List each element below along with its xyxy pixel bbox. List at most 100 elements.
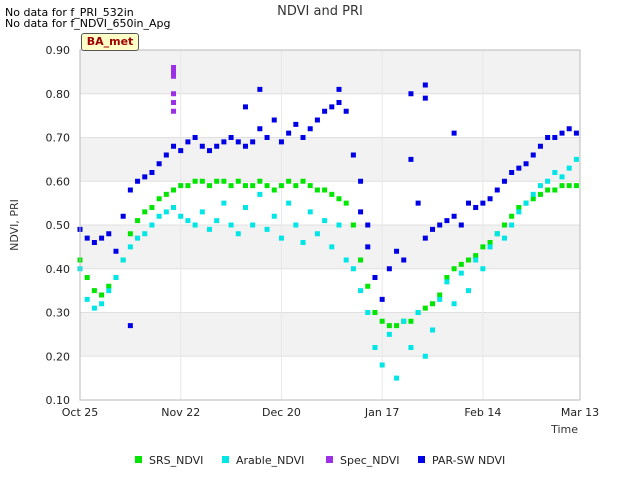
x-axis-label: Time xyxy=(550,423,578,436)
data-point-srs-ndvi xyxy=(300,178,306,184)
x-tick-label: Feb 14 xyxy=(464,406,501,419)
plot-band xyxy=(80,268,580,313)
data-point-arable-ndvi xyxy=(228,222,234,228)
data-point-par-sw-ndvi xyxy=(135,178,141,184)
data-point-par-sw-ndvi xyxy=(235,139,241,145)
data-point-par-sw-ndvi xyxy=(171,143,177,149)
data-point-arable-ndvi xyxy=(552,170,558,175)
data-point-spec-ndvi xyxy=(171,65,177,70)
data-point-par-sw-ndvi xyxy=(458,222,464,228)
data-point-srs-ndvi xyxy=(307,183,313,189)
data-point-par-sw-ndvi xyxy=(408,91,414,97)
data-point-par-sw-ndvi xyxy=(329,104,335,110)
data-point-srs-ndvi xyxy=(135,218,141,224)
data-point-srs-ndvi xyxy=(501,222,507,228)
data-point-par-sw-ndvi xyxy=(286,130,292,136)
data-point-par-sw-ndvi xyxy=(293,121,299,127)
data-point-srs-ndvi xyxy=(545,187,551,193)
data-point-par-sw-ndvi xyxy=(350,152,356,158)
data-point-arable-ndvi xyxy=(307,209,313,215)
data-point-srs-ndvi xyxy=(221,178,227,184)
data-point-par-sw-ndvi xyxy=(127,323,133,329)
data-point-par-sw-ndvi xyxy=(149,170,155,175)
data-point-arable-ndvi xyxy=(430,327,436,333)
data-point-par-sw-ndvi xyxy=(523,161,529,167)
data-point-par-sw-ndvi xyxy=(336,86,342,92)
plot-band xyxy=(80,356,580,400)
data-point-srs-ndvi xyxy=(573,183,579,189)
data-point-arable-ndvi xyxy=(271,213,277,219)
data-point-arable-ndvi xyxy=(530,191,536,197)
data-point-par-sw-ndvi xyxy=(343,108,349,114)
data-point-arable-ndvi xyxy=(372,345,378,350)
site-badge: BA_met xyxy=(81,33,139,51)
data-point-arable-ndvi xyxy=(91,305,97,311)
data-point-arable-ndvi xyxy=(566,165,572,171)
data-point-arable-ndvi xyxy=(156,213,162,219)
data-point-arable-ndvi xyxy=(336,222,342,228)
data-point-srs-ndvi xyxy=(199,178,205,184)
data-point-arable-ndvi xyxy=(401,318,407,324)
legend-label-arable-ndvi: Arable_NDVI xyxy=(236,454,305,467)
legend-item-srs-ndvi: SRS_NDVI xyxy=(135,454,203,470)
data-point-srs-ndvi xyxy=(293,183,299,189)
data-point-par-sw-ndvi xyxy=(106,231,112,237)
data-point-par-sw-ndvi xyxy=(242,104,248,110)
legend: SRS_NDVI Arable_NDVI Spec_NDVI PAR-SW ND… xyxy=(0,454,640,470)
data-point-srs-ndvi xyxy=(379,318,385,324)
data-point-arable-ndvi xyxy=(386,331,392,337)
data-point-arable-ndvi xyxy=(444,279,450,285)
data-point-srs-ndvi xyxy=(480,244,486,250)
data-point-arable-ndvi xyxy=(451,301,457,307)
data-point-par-sw-ndvi xyxy=(365,222,371,228)
data-point-par-sw-ndvi xyxy=(480,200,486,206)
data-point-par-sw-ndvi xyxy=(401,257,407,263)
data-point-srs-ndvi xyxy=(149,205,155,210)
data-point-par-sw-ndvi xyxy=(206,148,212,154)
x-tick-label: Nov 22 xyxy=(161,406,200,419)
data-point-srs-ndvi xyxy=(566,183,572,189)
data-point-arable-ndvi xyxy=(185,218,191,224)
y-tick-label: 0.70 xyxy=(46,132,71,145)
data-point-arable-ndvi xyxy=(300,240,306,245)
data-point-srs-ndvi xyxy=(444,275,450,280)
data-point-par-sw-ndvi xyxy=(559,130,565,136)
data-point-par-sw-ndvi xyxy=(307,126,313,132)
data-point-srs-ndvi xyxy=(350,222,356,228)
data-point-arable-ndvi xyxy=(206,226,212,232)
data-point-arable-ndvi xyxy=(199,209,205,215)
data-point-srs-ndvi xyxy=(473,253,479,259)
y-axis-label: NDVI, PRI xyxy=(8,199,21,251)
data-point-srs-ndvi xyxy=(142,209,148,215)
data-point-arable-ndvi xyxy=(573,156,579,162)
data-point-arable-ndvi xyxy=(250,222,256,228)
data-point-srs-ndvi xyxy=(509,213,515,219)
data-point-par-sw-ndvi xyxy=(84,235,90,241)
data-point-par-sw-ndvi xyxy=(530,152,536,158)
data-point-arable-ndvi xyxy=(314,231,320,237)
legend-label-srs-ndvi: SRS_NDVI xyxy=(149,454,204,467)
data-point-par-sw-ndvi xyxy=(185,139,191,145)
data-point-arable-ndvi xyxy=(343,257,349,263)
data-point-par-sw-ndvi xyxy=(379,296,385,302)
data-point-par-sw-ndvi xyxy=(113,248,119,254)
data-point-par-sw-ndvi xyxy=(228,135,234,140)
data-point-par-sw-ndvi xyxy=(271,117,277,123)
plot-band xyxy=(80,137,580,182)
data-point-par-sw-ndvi xyxy=(465,200,471,206)
plot-band xyxy=(80,93,580,138)
data-point-srs-ndvi xyxy=(314,187,320,193)
data-point-arable-ndvi xyxy=(142,231,148,237)
y-tick-label: 0.30 xyxy=(46,307,71,320)
data-point-srs-ndvi xyxy=(372,310,378,315)
data-point-par-sw-ndvi xyxy=(178,148,184,154)
legend-item-arable-ndvi: Arable_NDVI xyxy=(222,454,304,470)
data-point-arable-ndvi xyxy=(135,235,141,241)
data-point-srs-ndvi xyxy=(559,183,565,189)
data-point-srs-ndvi xyxy=(250,183,256,189)
data-point-arable-ndvi xyxy=(214,218,220,224)
data-point-par-sw-ndvi xyxy=(394,248,400,254)
data-point-par-sw-ndvi xyxy=(120,213,126,219)
data-point-par-sw-ndvi xyxy=(422,82,428,88)
data-point-srs-ndvi xyxy=(430,301,436,307)
